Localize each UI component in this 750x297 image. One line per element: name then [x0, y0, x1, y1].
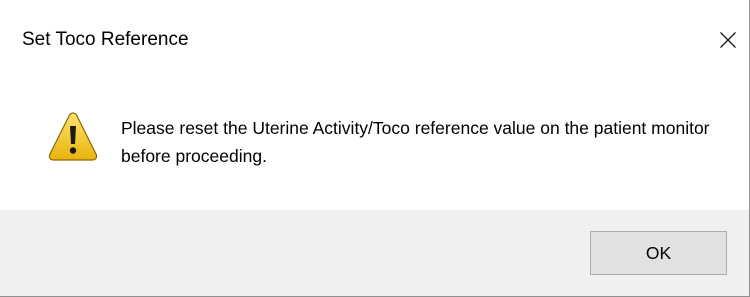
ok-button[interactable]: OK [590, 231, 727, 275]
title-bar: Set Toco Reference [0, 0, 749, 80]
dialog-message: Please reset the Uterine Activity/Toco r… [121, 118, 710, 166]
dialog-footer: OK [0, 210, 749, 296]
warning-icon [48, 112, 98, 161]
dialog-content: Please reset the Uterine Activity/Toco r… [0, 80, 749, 210]
close-icon [720, 32, 736, 48]
message-dialog: Set Toco Reference Please reset the Uter… [0, 0, 750, 297]
close-button[interactable] [706, 20, 750, 60]
dialog-title: Set Toco Reference [22, 29, 189, 50]
